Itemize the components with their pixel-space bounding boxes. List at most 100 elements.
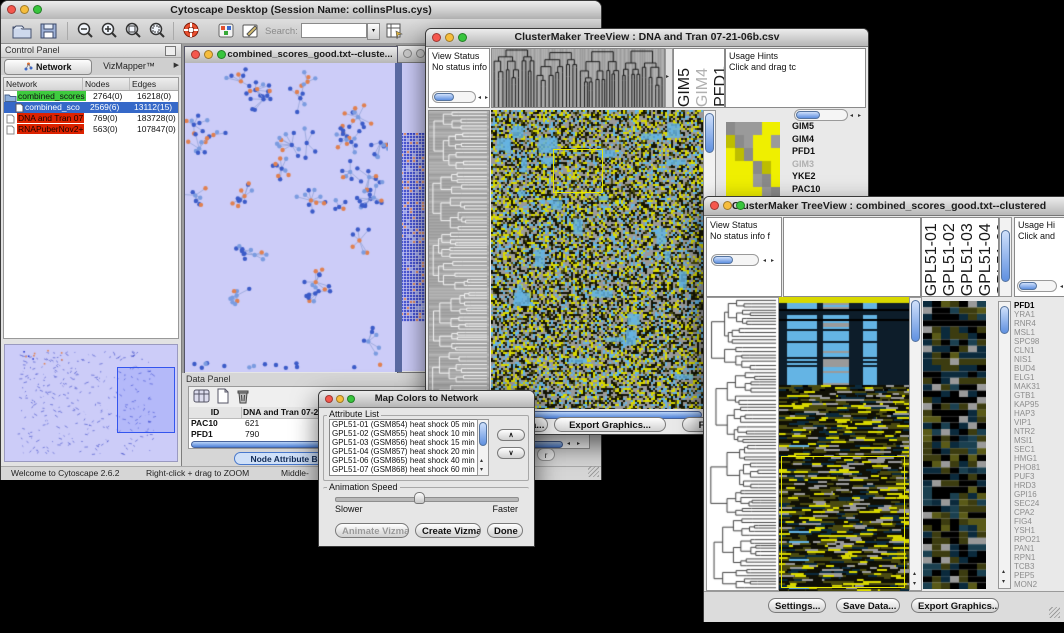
zoom-window-icon[interactable]	[347, 395, 355, 403]
tv2-arraylabel-vscrollbar[interactable]	[999, 217, 1012, 297]
col-edges[interactable]: Edges	[130, 78, 178, 90]
scroll-left-icon[interactable]: ◂	[850, 112, 853, 120]
close-icon[interactable]	[403, 49, 412, 58]
tab-network[interactable]: Network	[4, 59, 92, 75]
close-icon[interactable]	[325, 395, 333, 403]
create-vizmap-button[interactable]: Create Vizmap	[415, 523, 481, 538]
scroll-left-icon[interactable]: ◂	[1060, 283, 1063, 291]
tv2-save-data-button[interactable]: Save Data...	[836, 598, 900, 613]
network-view-window[interactable]: combined_scores_good.txt--cluste...	[184, 46, 398, 375]
gene-label[interactable]: FIG4	[1014, 517, 1064, 526]
gene-label[interactable]: YKE2	[792, 170, 838, 183]
minimize-icon[interactable]	[723, 201, 732, 210]
annotation-icon[interactable]	[241, 21, 261, 45]
attribute-item[interactable]: GPL51-06 (GSM865) heat shock 40 min	[330, 456, 478, 465]
gene-label[interactable]: MON2	[1014, 580, 1064, 589]
tv1-status-hscrollbar[interactable]	[432, 91, 476, 103]
tv2-zoom-heatmap[interactable]	[923, 301, 986, 589]
tv2-gene-dendrogram[interactable]	[706, 297, 779, 591]
gene-label[interactable]: PFD1	[792, 145, 838, 158]
close-icon[interactable]	[432, 33, 441, 42]
close-icon[interactable]	[710, 201, 719, 210]
gene-label[interactable]: YRA1	[1014, 310, 1064, 319]
gene-label[interactable]: CPA2	[1014, 508, 1064, 517]
gene-label[interactable]: PEP5	[1014, 571, 1064, 580]
tv2-gene-list[interactable]: PFD1YRA1RNR4MSL1SPC98CLN1NIS1BUD4ELG1MAK…	[1014, 301, 1064, 589]
gene-label[interactable]: HRD3	[1014, 481, 1064, 490]
vizmap-nodes-icon[interactable]	[217, 21, 235, 45]
scroll-right-icon[interactable]: ▸	[577, 440, 580, 448]
animation-speed-slider-thumb[interactable]	[414, 492, 425, 504]
gene-label[interactable]: RPO21	[1014, 535, 1064, 544]
gene-label[interactable]: PUF3	[1014, 472, 1064, 481]
tv2-heatmap-selection[interactable]	[781, 456, 905, 588]
close-icon[interactable]	[7, 5, 16, 14]
minimize-icon[interactable]	[204, 50, 213, 59]
cytoscape-titlebar[interactable]: Cytoscape Desktop (Session Name: collins…	[1, 1, 601, 20]
tv2-status-hscrollbar[interactable]	[711, 254, 759, 266]
resize-grip[interactable]	[1049, 607, 1060, 618]
scroll-right-icon[interactable]: ▸	[485, 94, 488, 102]
gene-label[interactable]: MSI1	[1014, 436, 1064, 445]
network-canvas[interactable]	[185, 63, 402, 372]
gene-label[interactable]: CLN1	[1014, 346, 1064, 355]
treeview2-titlebar[interactable]: ClusterMaker TreeView : combined_scores_…	[704, 197, 1064, 216]
gene-label[interactable]: GIM4	[792, 133, 838, 146]
network-overview[interactable]	[4, 344, 178, 462]
zoom-fit-icon[interactable]	[147, 21, 167, 45]
gene-label[interactable]: HMG1	[1014, 454, 1064, 463]
done-button[interactable]: Done	[487, 523, 523, 538]
tv1-zoom-heatmap[interactable]	[726, 122, 780, 200]
attribute-item[interactable]: GPL51-01 (GSM854) heat shock 05 min	[330, 420, 478, 429]
minimize-icon[interactable]	[445, 33, 454, 42]
animation-speed-slider-track[interactable]	[335, 497, 519, 502]
tv1-heatmap-selection[interactable]	[553, 149, 603, 193]
scroll-left-icon[interactable]: ◂	[763, 257, 766, 265]
zoom-window-icon[interactable]	[33, 5, 42, 14]
zoom-window-icon[interactable]	[217, 50, 226, 59]
gene-label[interactable]: GPI16	[1014, 490, 1064, 499]
gene-label[interactable]: YSH1	[1014, 526, 1064, 535]
minimize-icon[interactable]	[416, 49, 425, 58]
gene-label[interactable]: RNR4	[1014, 319, 1064, 328]
attribute-item[interactable]: GPL51-02 (GSM855) heat shock 10 min	[330, 429, 478, 438]
select-attributes-icon[interactable]	[193, 388, 211, 409]
zoom-out-icon[interactable]	[75, 21, 95, 45]
col-network[interactable]: Network	[4, 78, 83, 90]
attribute-item[interactable]: GPL51-07 (GSM868) heat shock 60 min	[330, 465, 478, 474]
gene-label[interactable]: RPN1	[1014, 553, 1064, 562]
network-row[interactable]: combined_scores 2764(0) 16218(0)	[4, 91, 178, 102]
tv1-gene-list[interactable]: GIM5GIM4PFD1GIM3YKE2PAC10	[792, 120, 838, 200]
tv2-global-vscrollbar[interactable]: ▴ ▾	[909, 297, 922, 591]
gene-label[interactable]: VIP1	[1014, 418, 1064, 427]
gene-label[interactable]: PAN1	[1014, 544, 1064, 553]
minimize-icon[interactable]	[20, 5, 29, 14]
minimize-icon[interactable]	[336, 395, 344, 403]
save-icon[interactable]	[39, 21, 59, 45]
attribute-item[interactable]: GPL51-03 (GSM856) heat shock 15 min	[330, 438, 478, 447]
scroll-right-icon[interactable]: ▸	[858, 112, 861, 120]
resize-grip[interactable]	[588, 466, 599, 477]
open-file-icon[interactable]	[11, 21, 33, 45]
gene-label[interactable]: PAC10	[792, 183, 838, 196]
tv1-pager-strip[interactable]: ▸	[665, 48, 673, 108]
gene-label[interactable]: MAK31	[1014, 382, 1064, 391]
search-input[interactable]	[301, 23, 367, 38]
table-import-icon[interactable]	[385, 21, 405, 45]
network-row[interactable]: DNA and Tran 07 769(0) 183728(0)	[4, 113, 178, 124]
gene-label[interactable]: PHO81	[1014, 463, 1064, 472]
table-col-id[interactable]: ID	[189, 407, 242, 418]
gene-label[interactable]: TCB3	[1014, 562, 1064, 571]
tv2-export-graphics-button[interactable]: Export Graphics...	[911, 598, 999, 613]
tv2-column-dendrogram[interactable]	[783, 217, 921, 297]
tv2-usage-hscrollbar[interactable]	[1017, 280, 1057, 292]
network-row[interactable]: RNAPuberNov2+ 563(0) 107847(0)	[4, 124, 178, 135]
gene-label[interactable]: GIM5	[792, 120, 838, 133]
treeview1-titlebar[interactable]: ClusterMaker TreeView : DNA and Tran 07-…	[426, 29, 868, 47]
new-attribute-icon[interactable]	[215, 388, 231, 409]
scroll-left-icon[interactable]: ◂	[478, 94, 481, 102]
tab-overflow-icon[interactable]: ▶	[174, 61, 179, 69]
gene-label[interactable]: HAP3	[1014, 409, 1064, 418]
network-row-selected[interactable]: combined_sco 2569(6) 13112(15)	[4, 102, 178, 113]
tv1-export-graphics-button[interactable]: Export Graphics...	[554, 417, 666, 432]
